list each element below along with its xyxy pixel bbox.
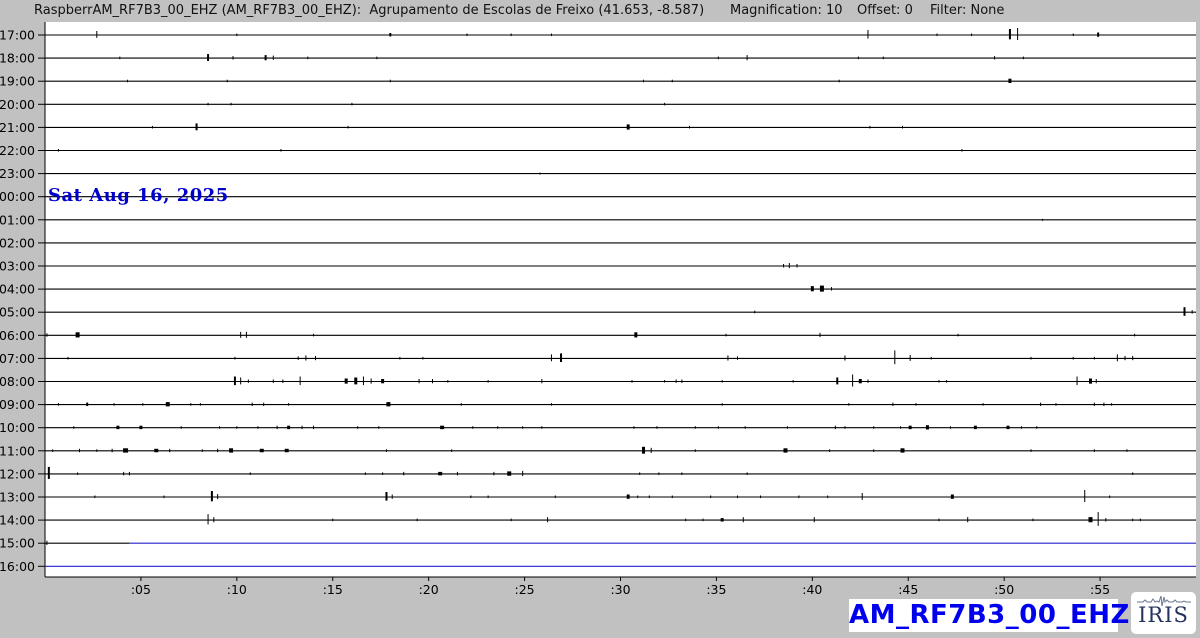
hour-label: 09:00 — [0, 397, 35, 412]
hour-label: 18:00 — [0, 51, 35, 66]
minute-label: :25 — [515, 582, 535, 597]
hour-label: 14:00 — [0, 513, 35, 528]
minute-label: :40 — [802, 582, 822, 597]
hour-label: 04:00 — [0, 282, 35, 297]
minute-label: :35 — [706, 582, 726, 597]
minute-label: :50 — [994, 582, 1014, 597]
hour-label: 08:00 — [0, 374, 35, 389]
iris-logo[interactable]: IRIS — [1131, 592, 1196, 634]
iris-logo-text: IRIS — [1131, 605, 1196, 625]
minute-label: :15 — [323, 582, 343, 597]
hour-label: 11:00 — [0, 443, 35, 458]
hour-label: 05:00 — [0, 305, 35, 320]
hour-label: 17:00 — [0, 28, 35, 43]
hour-label: 06:00 — [0, 328, 35, 343]
hour-label: 22:00 — [0, 143, 35, 158]
hour-label: 10:00 — [0, 420, 35, 435]
station-id-badge: AM_RF7B3_00_EHZ — [849, 599, 1118, 632]
hour-label: 12:00 — [0, 466, 35, 481]
minute-label: :55 — [1090, 582, 1110, 597]
station-id-text: AM_RF7B3_00_EHZ — [849, 600, 1130, 630]
hour-label: 01:00 — [0, 212, 35, 227]
hour-label: 02:00 — [0, 235, 35, 250]
minute-label: :10 — [227, 582, 247, 597]
hour-label: 21:00 — [0, 120, 35, 135]
minute-label: :30 — [610, 582, 630, 597]
hour-label: 00:00 — [0, 189, 35, 204]
helicorder-screen: RaspberrAM_RF7B3_00_EHZ (AM_RF7B3_00_EHZ… — [0, 0, 1200, 638]
hour-label: 03:00 — [0, 259, 35, 274]
date-marker: Sat Aug 16, 2025 — [48, 186, 229, 206]
minute-label: :45 — [898, 582, 918, 597]
hour-label: 20:00 — [0, 97, 35, 112]
hour-label: 16:00 — [0, 559, 35, 574]
minute-label: :05 — [131, 582, 151, 597]
helicorder-plot[interactable]: 17:00 18:00 19:00 20:00 21:00 22:00 23:00 00:00… — [0, 0, 1200, 638]
hour-label: 19:00 — [0, 74, 35, 89]
hour-label: 07:00 — [0, 351, 35, 366]
plot-background — [45, 22, 1196, 577]
hour-label: 13:00 — [0, 490, 35, 505]
hour-label: 15:00 — [0, 536, 35, 551]
hour-label: 23:00 — [0, 166, 35, 181]
minute-label: :20 — [419, 582, 439, 597]
